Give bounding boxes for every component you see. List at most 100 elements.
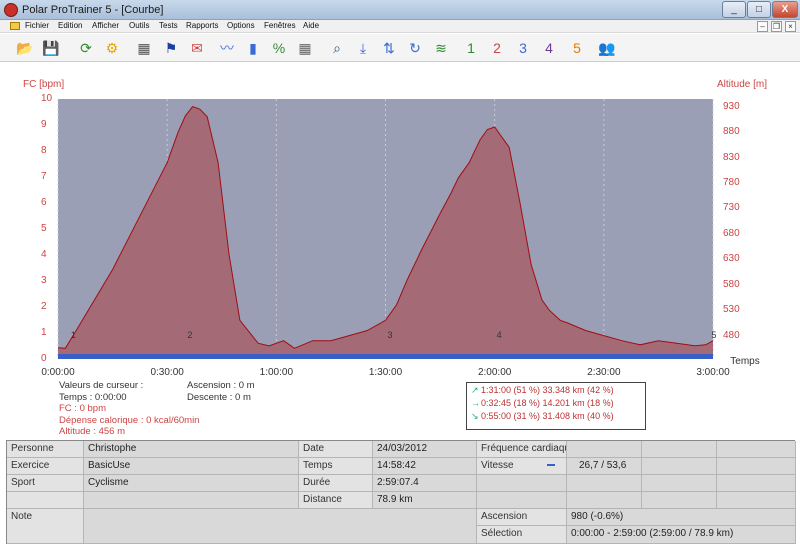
note-label: Note — [7, 509, 84, 544]
exercise-info-table: Personne Christophe Date 24/03/2012 Fréq… — [6, 440, 796, 544]
menu-fenetres[interactable]: Fenêtres — [264, 21, 296, 30]
y-left-tick-label: 2 — [41, 301, 47, 312]
y-right-tick-label: 530 — [723, 304, 740, 316]
zoom-icon-button[interactable]: ⌕ — [326, 37, 348, 59]
transfer-icon-button[interactable]: ⇅ — [378, 37, 400, 59]
mdi-minimize-button[interactable]: – — [757, 21, 768, 32]
users-icon: 👥 — [598, 40, 616, 56]
mdi-close-button[interactable]: × — [785, 21, 796, 32]
rotate-icon: ↻ — [409, 40, 421, 56]
flag-icon-button[interactable]: ⚑ — [160, 37, 182, 59]
multi-curve-icon: ≋ — [435, 40, 447, 56]
vitesse-label: Vitesse — [477, 458, 567, 475]
close-button[interactable]: X — [772, 1, 798, 18]
personne-value[interactable]: Christophe — [84, 441, 299, 458]
date-label: Date — [299, 441, 373, 458]
empty-cell-r3a — [477, 475, 567, 492]
cursor-heart-rate: FC : 0 bpm — [59, 403, 106, 414]
sport-label: Sport — [7, 475, 84, 492]
watch-settings-icon: ⚙ — [105, 40, 119, 56]
empty-cell-r4a — [477, 492, 567, 509]
menu-tests[interactable]: Tests — [159, 21, 178, 30]
zoom-icon: ⌕ — [333, 40, 341, 56]
calendar-icon-button[interactable]: ▦ — [133, 37, 155, 59]
minimize-button[interactable]: _ — [722, 1, 746, 18]
cursor-values-heading: Valeurs de curseur : — [59, 380, 144, 391]
y-left-tick-label: 7 — [41, 171, 47, 182]
menu-bar: Fichier Edition Afficher Outils Tests Ra… — [0, 20, 800, 33]
menu-fichier[interactable]: Fichier — [25, 21, 49, 30]
download-icon: ⤓ — [359, 40, 367, 56]
y-left-tick-label: 5 — [41, 223, 47, 234]
users-icon-button[interactable]: 👥 — [596, 37, 618, 59]
window-title: Polar ProTrainer 5 - [Courbe] — [22, 4, 164, 16]
exercise-4-icon-button[interactable]: 4 — [538, 37, 560, 59]
y-left-tick-label: 10 — [41, 93, 53, 104]
exercise-2-icon-button[interactable]: 2 — [486, 37, 508, 59]
exercice-value[interactable]: BasicUse — [84, 458, 299, 475]
menu-afficher[interactable]: Afficher — [92, 21, 119, 30]
y-left-tick-label: 3 — [41, 275, 47, 286]
open-folder-icon-button[interactable]: 📂 — [14, 37, 36, 59]
selection-summary-box: ↗ 1:31:00 (51 %) 33.348 km (42 %) →0:32:4… — [466, 382, 646, 430]
menu-rapports[interactable]: Rapports — [186, 21, 218, 30]
rotate-icon-button[interactable]: ↻ — [404, 37, 426, 59]
percent-chart-icon-button[interactable]: % — [268, 37, 290, 59]
selection-label: Sélection — [477, 526, 567, 544]
exercise-3-icon: 3 — [519, 40, 527, 56]
lap-marker-label: 4 — [496, 330, 502, 340]
distance-value: 78.9 km — [373, 492, 477, 509]
y-right-tick-label: 780 — [723, 176, 740, 188]
lap-marker-label: 1 — [70, 330, 76, 340]
y-left-tick-label: 9 — [41, 119, 47, 130]
user-message-icon-button[interactable]: ✉ — [186, 37, 208, 59]
selection-flat-text: 0:32:45 (18 %) 14.201 km (18 %) — [481, 398, 614, 408]
sport-value[interactable]: Cyclisme — [84, 475, 299, 492]
speed-legend-swatch — [547, 464, 555, 466]
download-icon-button[interactable]: ⤓ — [352, 37, 374, 59]
flag-icon: ⚑ — [164, 40, 178, 56]
empty-cell-r4c — [642, 492, 717, 509]
save-icon-button[interactable]: 💾 — [40, 37, 62, 59]
curve-view-icon-button[interactable]: 〰 — [216, 37, 238, 59]
bar-chart-icon-button[interactable]: ▮ — [242, 37, 264, 59]
exercise-1-icon-button[interactable]: 1 — [460, 37, 482, 59]
empty-cell-r3d — [717, 475, 796, 492]
exercise-1-icon: 1 — [467, 40, 475, 56]
y-right-tick-label: 880 — [723, 126, 740, 138]
x-tick-label: 2:00:00 — [477, 367, 512, 378]
lap-marker-label: 3 — [387, 330, 393, 340]
mdi-restore-button[interactable]: ❐ — [771, 21, 782, 32]
maximize-button[interactable]: □ — [747, 1, 771, 18]
down-arrow-icon: ↘ — [471, 411, 479, 421]
lap-marker-label: 2 — [187, 330, 193, 340]
exercise-3-icon-button[interactable]: 3 — [512, 37, 534, 59]
x-tick-label: 2:30:00 — [587, 367, 621, 378]
percent-chart-icon: % — [272, 40, 286, 56]
multi-curve-icon-button[interactable]: ≋ — [430, 37, 452, 59]
menu-options[interactable]: Options — [227, 21, 255, 30]
menu-edition[interactable]: Edition — [58, 21, 82, 30]
cursor-altitude: Altitude : 456 m — [59, 426, 126, 437]
sync-watch-icon-button[interactable]: ⟳ — [75, 37, 97, 59]
y-left-tick-label: 4 — [41, 249, 47, 260]
note-field[interactable] — [84, 509, 477, 544]
menu-outils[interactable]: Outils — [129, 21, 149, 30]
personne-label: Personne — [7, 441, 84, 458]
empty-cell-r3c — [642, 475, 717, 492]
vitesse-label-text: Vitesse — [481, 460, 514, 471]
watch-settings-icon-button[interactable]: ⚙ — [101, 37, 123, 59]
exercise-5-icon-button[interactable]: 5 — [566, 37, 588, 59]
calendar-icon: ▦ — [137, 40, 151, 56]
cursor-ascent: Ascension : 0 m — [187, 380, 255, 391]
document-icon — [10, 22, 20, 30]
y-right-tick-label: 930 — [723, 100, 740, 112]
speed-baseline — [58, 354, 713, 359]
menu-aide[interactable]: Aide — [303, 21, 319, 30]
empty-label-r4 — [7, 492, 84, 509]
duree-value: 2:59:07.4 — [373, 475, 477, 492]
exercise-5-icon: 5 — [573, 40, 581, 56]
duree-label: Durée — [299, 475, 373, 492]
grid-view-icon-button[interactable]: ▦ — [294, 37, 316, 59]
cursor-ascent-descent: Ascension : 0 m Descente : 0 m — [187, 380, 255, 403]
